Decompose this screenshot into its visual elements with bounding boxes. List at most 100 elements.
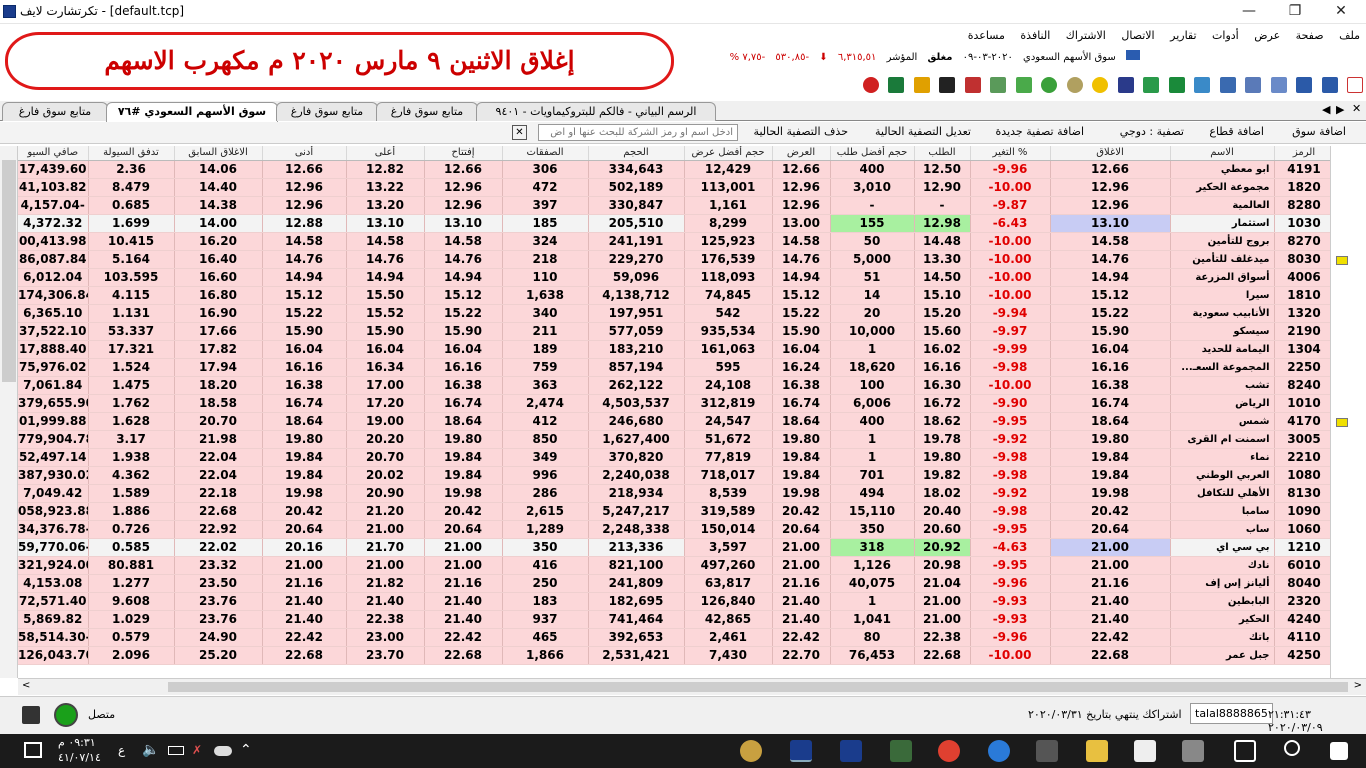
table-row[interactable]: 17,888.40 17.321 17.82 16.04 16.04 16.04 189 18… xyxy=(18,340,1330,359)
spreadsheet-icon[interactable] xyxy=(888,77,904,93)
shapes-icon[interactable] xyxy=(913,77,930,93)
new-filter-button[interactable]: اضافة تصفية جديدة xyxy=(996,125,1084,138)
table-row[interactable]: 4,157.04- 0.685 14.38 12.96 13.20 12.96 397 330… xyxy=(18,196,1330,215)
table-row[interactable]: 379,655.90 1.762 18.58 16.74 17.20 16.74 2,474… xyxy=(18,394,1330,413)
clear-search-icon[interactable]: ✕ xyxy=(512,125,527,140)
menu-subscription[interactable]: الاشتراك xyxy=(1060,26,1112,46)
calculator-icon[interactable] xyxy=(1036,740,1058,762)
menu-tools[interactable]: أدوات xyxy=(1206,26,1245,46)
table-row[interactable]: 4,372.32 1.699 14.00 12.88 13.10 13.10 185 205,… xyxy=(18,214,1330,233)
table-row[interactable]: 058,923.88 1.886 22.68 20.42 21.20 20.42 2,615… xyxy=(18,502,1330,521)
add-market-button[interactable]: اضافة سوق xyxy=(1292,125,1346,138)
window-icon[interactable] xyxy=(1219,77,1236,93)
column-header[interactable]: أدنى xyxy=(262,146,347,161)
wifi-icon[interactable]: ✗ xyxy=(192,743,202,757)
table-row[interactable]: 387,930.02 4.362 22.04 19.84 20.02 19.84 996 2,… xyxy=(18,466,1330,485)
column-header[interactable]: أعلى xyxy=(346,146,425,161)
save-icon[interactable] xyxy=(1321,77,1338,93)
column-header[interactable]: حجم أفضل طلب xyxy=(830,146,915,161)
refresh-icon[interactable] xyxy=(1194,77,1210,93)
column-header[interactable]: الاغلاق السابق xyxy=(174,146,263,161)
folder-icon[interactable] xyxy=(1086,740,1108,762)
vertical-scrollbar-thumb[interactable] xyxy=(2,160,16,382)
chart-icon[interactable] xyxy=(1143,77,1159,93)
table-row[interactable]: 126,043.70 2.096 25.20 22.68 23.70 22.68 1,866… xyxy=(18,646,1330,665)
keyboard-language[interactable]: ع xyxy=(118,743,125,757)
battery-icon[interactable] xyxy=(168,746,184,755)
ticker-market[interactable]: سوق الأسهم السعودي xyxy=(1023,52,1116,63)
stop-icon[interactable] xyxy=(862,77,879,93)
table-row[interactable]: 779,904.78 3.17 21.98 19.80 20.20 19.80 850 1,6… xyxy=(18,430,1330,449)
table-row[interactable]: 7,049.42 1.589 22.18 19.98 20.90 19.98 286 218,… xyxy=(18,484,1330,503)
flag-icon[interactable] xyxy=(1336,418,1348,427)
minimize-button[interactable]: — xyxy=(1226,0,1272,24)
edit-filter-button[interactable]: تعديل التصفية الحالية xyxy=(875,125,971,138)
scroll-left-icon[interactable]: < xyxy=(22,680,30,691)
tickerchart-icon[interactable] xyxy=(790,740,812,762)
horizontal-scrollbar[interactable]: < > xyxy=(18,678,1366,695)
column-header[interactable]: الاغلاق xyxy=(1050,146,1171,161)
cloud-icon[interactable] xyxy=(214,746,232,756)
table-row[interactable]: 4,153.08 1.277 23.50 21.16 21.82 21.16 250 241,… xyxy=(18,574,1330,593)
note-icon[interactable] xyxy=(990,77,1006,93)
filter-dropdown[interactable]: تصفية : دوجي xyxy=(1120,125,1184,138)
excel-icon[interactable] xyxy=(1168,77,1185,93)
tab-empty-3[interactable]: متابع سوق فارغ xyxy=(376,102,478,121)
chrome-icon[interactable] xyxy=(938,740,960,762)
table-row[interactable]: 75,976.02 1.524 17.94 16.16 16.34 16.16 759 857… xyxy=(18,358,1330,377)
menu-connection[interactable]: الاتصال xyxy=(1115,26,1160,46)
add-icon[interactable] xyxy=(1015,77,1032,93)
scroll-right-icon[interactable]: > xyxy=(1354,680,1362,691)
column-header[interactable]: التغير % xyxy=(970,146,1051,161)
column-header[interactable]: الرمز xyxy=(1274,146,1330,161)
disconnect-icon[interactable] xyxy=(22,706,40,724)
column-header[interactable]: إفتتاح xyxy=(424,146,503,161)
tab-scroll-left-icon[interactable]: ◀ xyxy=(1322,103,1330,116)
table-row[interactable]: 34,376.78- 0.726 22.92 20.64 21.00 20.64 1,289… xyxy=(18,520,1330,539)
tab-saudi-market[interactable]: سوق الأسهم السعودي #٧٦ xyxy=(106,102,278,122)
layout-icon[interactable] xyxy=(1245,77,1261,93)
column-header[interactable]: صافي السيو xyxy=(18,146,89,161)
horizontal-scrollbar-thumb[interactable] xyxy=(168,682,1348,692)
tab-empty-1[interactable]: متابع سوق فارغ xyxy=(2,102,108,121)
column-header[interactable]: الاسم xyxy=(1170,146,1275,161)
table-row[interactable]: 37,522.10 53.337 17.66 15.90 15.90 15.90 211 57… xyxy=(18,322,1330,341)
chart-app-icon[interactable] xyxy=(890,740,912,762)
tickerchart-2-icon[interactable] xyxy=(840,740,862,762)
tab-close-icon[interactable]: ✕ xyxy=(1352,102,1361,115)
column-header[interactable]: تدفق السيولة xyxy=(88,146,175,161)
column-header[interactable]: حجم أفضل عرض xyxy=(684,146,773,161)
close-button[interactable]: ✕ xyxy=(1318,0,1364,24)
table-row[interactable]: 17,439.60 2.36 14.06 12.66 12.82 12.66 306 334,… xyxy=(18,160,1330,179)
table-row[interactable]: 6,365.10 1.131 16.90 15.22 15.52 15.22 340 197,… xyxy=(18,304,1330,323)
search-input[interactable] xyxy=(538,124,738,141)
save-all-icon[interactable] xyxy=(1296,77,1312,93)
add-sector-button[interactable]: اضافة قطاع xyxy=(1209,125,1264,138)
table-row[interactable]: 41,103.82 8.479 14.40 12.96 13.22 12.96 472 502… xyxy=(18,178,1330,197)
column-header[interactable]: الصفقات xyxy=(502,146,589,161)
mts-icon[interactable] xyxy=(1117,77,1134,93)
eye-icon[interactable] xyxy=(1066,77,1083,93)
table-row[interactable]: 58,514.30- 0.579 24.90 22.42 23.00 22.42 465 39… xyxy=(18,628,1330,647)
maximize-button[interactable]: ❐ xyxy=(1272,0,1318,24)
table-row[interactable]: 6,012.04 103.595 16.60 14.94 14.94 14.94 110 59… xyxy=(18,268,1330,287)
menu-reports[interactable]: تقارير xyxy=(1164,26,1202,46)
bell-icon[interactable] xyxy=(1092,77,1108,93)
money-icon[interactable] xyxy=(1041,77,1057,93)
table-row[interactable]: 52,497.14 1.938 22.04 19.84 20.70 19.84 349 370… xyxy=(18,448,1330,467)
table-row[interactable]: 01,999.88 1.628 20.70 18.64 19.00 18.64 412 246… xyxy=(18,412,1330,431)
column-header[interactable]: العرض xyxy=(772,146,831,161)
mail-icon[interactable] xyxy=(1134,740,1156,762)
chevron-up-icon[interactable]: ⌃ xyxy=(240,742,252,758)
table-row[interactable]: 86,087.84 5.164 16.40 14.76 14.76 14.76 218 229… xyxy=(18,250,1330,269)
copy-icon[interactable] xyxy=(1270,77,1287,93)
column-header[interactable]: الحجم xyxy=(588,146,685,161)
table-row[interactable]: 7,061.84 1.475 18.20 16.38 17.00 16.38 363 262,… xyxy=(18,376,1330,395)
menu-file[interactable]: ملف xyxy=(1333,26,1366,46)
column-header[interactable]: الطلب xyxy=(914,146,971,161)
store-icon[interactable] xyxy=(1182,740,1204,762)
table-row[interactable]: 00,413.98 10.415 16.20 14.58 14.58 14.58 324 24… xyxy=(18,232,1330,251)
export-icon[interactable] xyxy=(964,77,981,93)
search-icon[interactable] xyxy=(1284,740,1300,756)
notification-icon[interactable] xyxy=(24,742,42,758)
